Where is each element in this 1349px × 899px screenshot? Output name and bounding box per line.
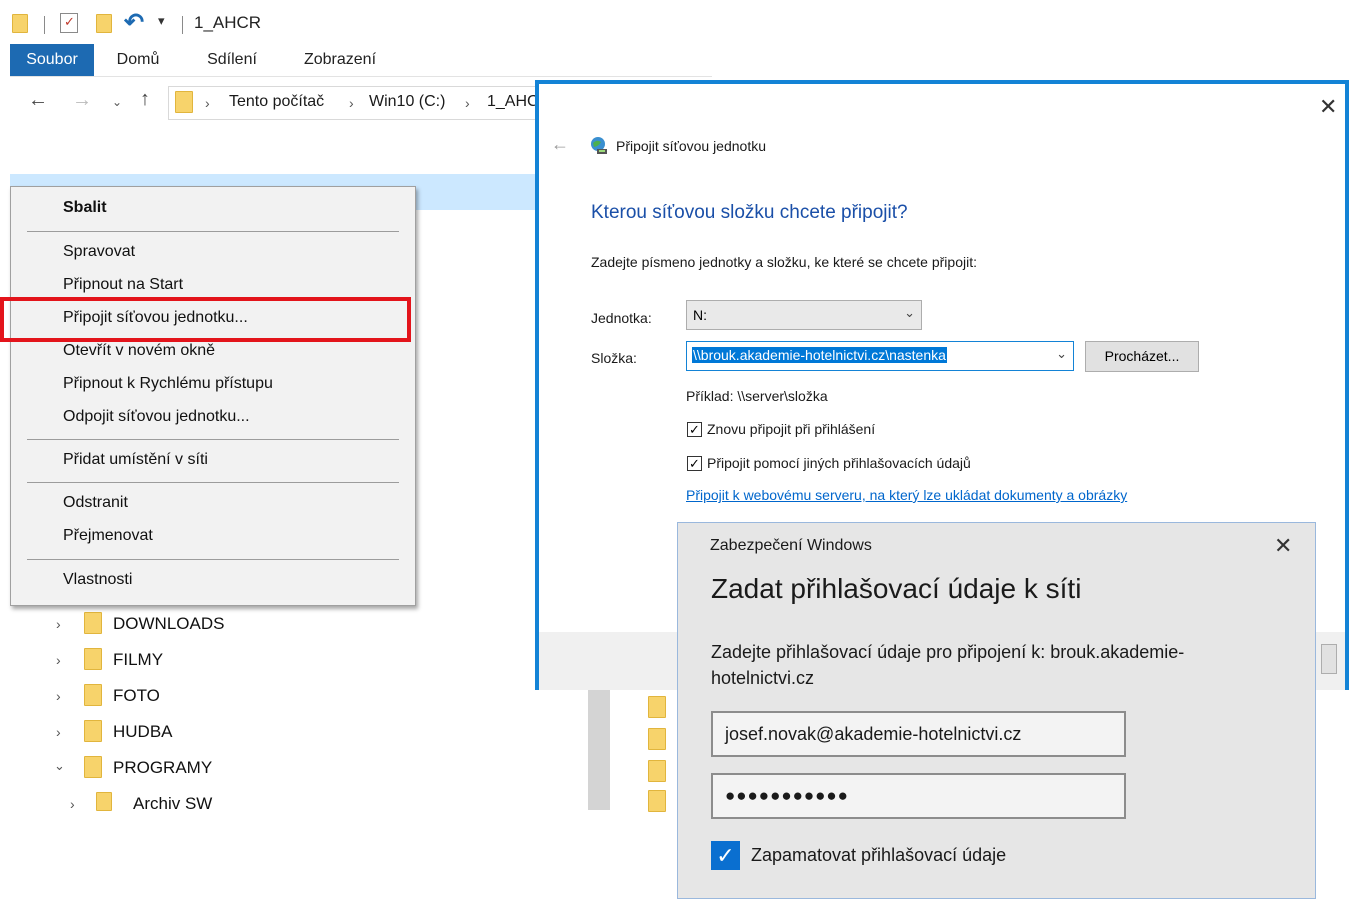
web-server-link[interactable]: Připojit k webovému serveru, na který lz… [686,487,1127,503]
expand-chevron-icon[interactable]: › [56,652,61,668]
menu-item-sbalit[interactable]: Sbalit [63,199,107,217]
drive-select[interactable]: N: ⌄ [686,300,922,330]
menu-item-rename[interactable]: Přejmenovat [63,527,153,545]
undo-icon[interactable]: ↶ [124,8,144,37]
back-arrow-icon[interactable]: ← [551,134,569,155]
close-icon[interactable]: ✕ [1274,533,1292,559]
title-separator [182,16,183,34]
menu-separator [27,482,399,483]
tab-soubor[interactable]: Soubor [10,44,94,76]
tab-zobrazeni[interactable]: Zobrazení [290,44,390,76]
folder-icon [84,612,102,639]
folder-icon [648,696,666,723]
folder-icon [648,790,666,817]
collapse-chevron-icon[interactable]: ⌄ [54,758,65,774]
menu-separator [27,559,399,560]
folder-icon [84,648,102,675]
tree-item-hudba[interactable]: HUDBA [113,722,173,742]
folder-icon [84,684,102,711]
expand-chevron-icon[interactable]: › [70,796,75,812]
window-title: 1_AHCR [194,13,262,32]
instruction-text: Zadejte písmeno jednotky a složku, ke kt… [591,254,977,270]
drive-label: Jednotka: [591,310,652,326]
menu-separator [27,231,399,232]
dialog-title: Připojit síťovou jednotku [616,138,767,154]
menu-item-pin-start[interactable]: Připnout na Start [63,276,183,294]
expand-chevron-icon[interactable]: › [56,724,61,740]
security-window-title: Zabezpečení Windows [710,537,872,554]
windows-security-dialog: Zabezpečení Windows ✕ Zadat přihlašovací… [677,522,1316,899]
chevron-right-icon: › [349,95,354,111]
folder-combobox[interactable]: \\brouk.akademie-hotelnictvi.cz\nastenka… [686,341,1074,371]
tree-item-programy[interactable]: PROGRAMY [113,758,212,778]
remember-label: Zapamatovat přihlašovací údaje [751,845,1007,865]
scrollbar[interactable] [588,690,610,810]
network-drive-icon [589,136,609,156]
menu-item-disconnect-drive[interactable]: Odpojit síťovou jednotku... [63,408,250,426]
new-folder-icon[interactable] [96,14,112,38]
folder-icon [84,720,102,747]
folder-icon [84,756,102,783]
drive-value: N: [693,307,707,323]
tree-item-archiv-sw[interactable]: Archiv SW [133,794,212,814]
chevron-down-icon: ⌄ [904,305,915,320]
highlight-frame [0,297,411,342]
example-text: Příklad: \\server\složka [686,388,828,404]
recent-locations-icon[interactable]: ⌄ [112,95,122,109]
expand-chevron-icon[interactable]: › [56,688,61,704]
menu-item-open-new-window[interactable]: Otevřít v novém okně [63,342,215,360]
toolbar-separator [44,16,45,34]
security-heading: Zadat přihlašovací údaje k síti [711,573,1082,604]
address-bar[interactable]: › Tento počítač › Win10 (C:) › 1_AHCR [168,86,550,120]
menu-item-add-network-location[interactable]: Přidat umístění v síti [63,451,208,469]
security-description: Zadejte přihlašovací údaje pro připojení… [711,642,1185,688]
menu-item-pin-quick-access[interactable]: Připnout k Rychlému přístupu [63,375,273,393]
menu-separator [27,439,399,440]
close-icon[interactable]: ✕ [1319,94,1337,120]
remember-checkbox[interactable]: ✓ [711,841,740,870]
folder-icon [648,760,666,787]
chevron-right-icon: › [205,95,210,111]
other-credentials-checkbox[interactable]: ✓ [687,456,702,471]
tree-item-foto[interactable]: FOTO [113,686,160,706]
customize-toolbar-icon[interactable]: ▾ [158,13,165,29]
menu-item-properties[interactable]: Vlastnosti [63,571,132,589]
menu-item-spravovat[interactable]: Spravovat [63,243,135,261]
back-arrow-icon[interactable]: ← [28,89,48,112]
breadcrumb-this-pc[interactable]: Tento počítač [229,93,324,111]
folder-label: Složka: [591,350,637,366]
ribbon-divider [10,76,712,77]
reconnect-checkbox[interactable]: ✓ [687,422,702,437]
folder-icon [648,728,666,755]
browse-button[interactable]: Procházet... [1085,341,1199,372]
folder-path-input[interactable]: \\brouk.akademie-hotelnictvi.cz\nastenka [692,347,947,363]
forward-arrow-icon[interactable]: → [72,89,92,112]
folder-icon[interactable] [12,14,28,38]
password-input[interactable]: ●●●●●●●●●●● [711,773,1126,819]
tree-item-downloads[interactable]: DOWNLOADS [113,614,224,634]
up-arrow-icon[interactable]: ↑ [140,88,150,111]
footer-button-partial[interactable] [1321,644,1337,674]
properties-icon[interactable]: ✓ [60,13,78,33]
folder-icon [96,792,112,816]
tab-sdileni[interactable]: Sdílení [192,44,272,76]
expand-chevron-icon[interactable]: › [56,616,61,632]
chevron-right-icon: › [465,95,470,111]
other-credentials-label: Připojit pomocí jiných přihlašovacích úd… [707,455,971,471]
breadcrumb-drive[interactable]: Win10 (C:) [369,93,445,111]
context-menu: Sbalit Spravovat Připnout na Start Připo… [10,186,416,606]
dialog-heading: Kterou síťovou složku chcete připojit? [591,202,908,223]
reconnect-label: Znovu připojit při přihlášení [707,421,876,437]
username-input[interactable]: josef.novak@akademie-hotelnictvi.cz [711,711,1126,757]
chevron-down-icon: ⌄ [1056,346,1067,361]
menu-item-delete[interactable]: Odstranit [63,494,128,512]
folder-icon [175,91,193,118]
tab-domu[interactable]: Domů [100,44,176,76]
tree-item-filmy[interactable]: FILMY [113,650,163,670]
